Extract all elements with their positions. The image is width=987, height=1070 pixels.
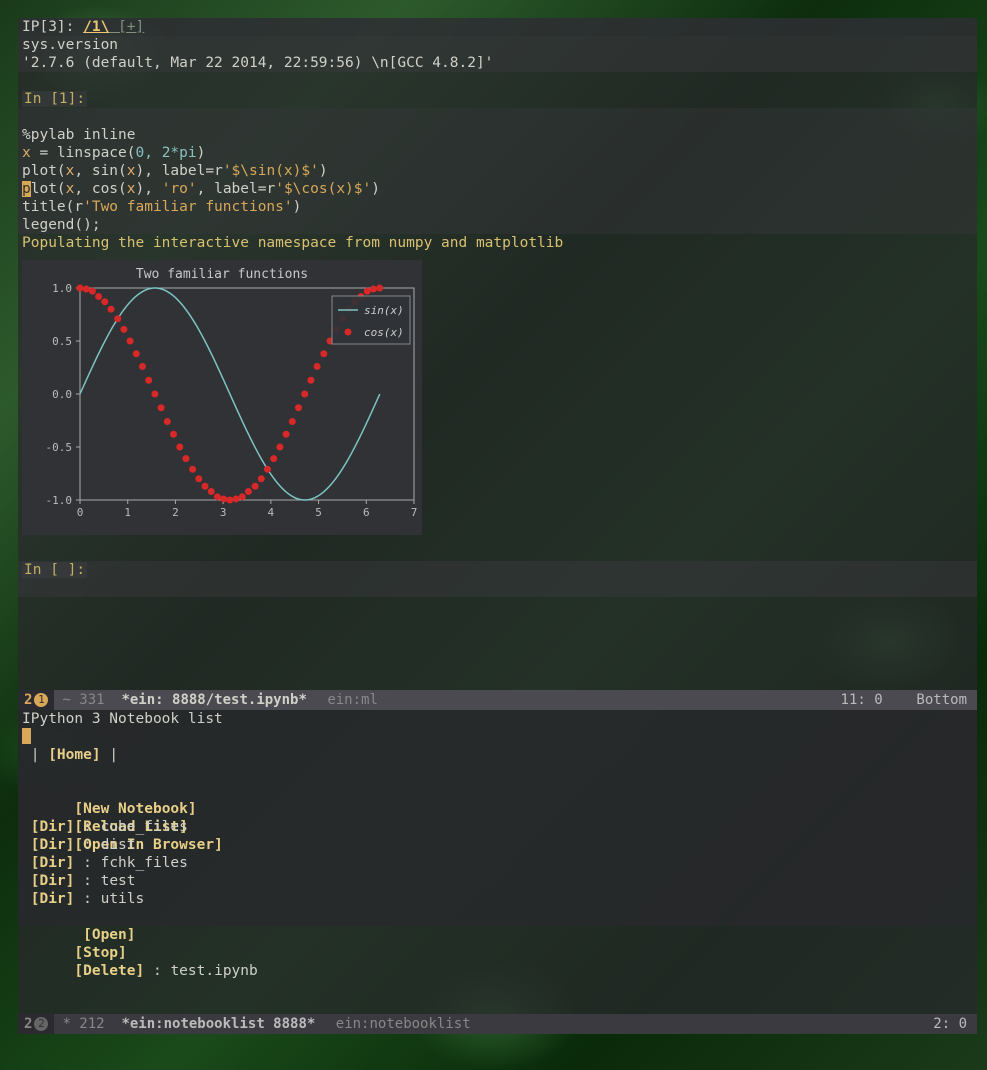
major-mode: ein:ml bbox=[327, 692, 378, 708]
svg-text:sin(x): sin(x) bbox=[364, 304, 404, 317]
svg-text:-1.0: -1.0 bbox=[46, 494, 73, 507]
svg-text:4: 4 bbox=[268, 506, 275, 519]
svg-text:6: 6 bbox=[363, 506, 370, 519]
delete-button[interactable]: [Delete] bbox=[74, 963, 144, 979]
window-badge: 21 bbox=[18, 690, 54, 710]
code-line[interactable]: %pylab inline bbox=[22, 127, 136, 143]
dir-label[interactable]: [Dir] bbox=[31, 855, 75, 871]
svg-text:0.5: 0.5 bbox=[52, 335, 72, 348]
svg-text:cos(x): cos(x) bbox=[364, 326, 404, 339]
svg-text:0: 0 bbox=[77, 506, 84, 519]
buffer-name: *ein: 8888/test.ipynb* bbox=[121, 692, 306, 708]
in-prompt: In [1]: bbox=[22, 91, 87, 107]
dir-label[interactable]: [Dir] bbox=[31, 891, 75, 907]
svg-text:-0.5: -0.5 bbox=[46, 441, 73, 454]
output-text: '2.7.6 (default, Mar 22 2014, 22:59:56) … bbox=[18, 54, 977, 72]
top-editor-pane[interactable]: IP[3]: /1\ [+] sys.version '2.7.6 (defau… bbox=[18, 18, 977, 710]
cursor bbox=[22, 728, 31, 744]
svg-text:1: 1 bbox=[124, 506, 131, 519]
file-name[interactable]: test.ipynb bbox=[170, 963, 257, 979]
svg-text:1.0: 1.0 bbox=[52, 282, 72, 295]
tab-bar: IP[3]: /1\ [+] bbox=[18, 18, 977, 36]
plot-output: Two familiar functions -1.0-0.50.00.51.0… bbox=[22, 260, 422, 535]
svg-text:0.0: 0.0 bbox=[52, 388, 72, 401]
in-prompt-empty: In [ ]: bbox=[22, 562, 87, 578]
tab-add[interactable]: [+] bbox=[109, 19, 144, 35]
notebook-list: IPython 3 Notebook list | [Home] | [New … bbox=[18, 710, 977, 926]
cursor: p bbox=[22, 181, 31, 197]
nl-title: IPython 3 Notebook list bbox=[22, 710, 973, 728]
ip-label: IP[3]: bbox=[22, 19, 83, 35]
populate-output: Populating the interactive namespace fro… bbox=[18, 234, 977, 252]
dir-name[interactable]: dist bbox=[101, 837, 136, 853]
dir-name[interactable]: fchk_files bbox=[101, 855, 188, 871]
dir-name[interactable]: test bbox=[101, 873, 136, 889]
modeline-bottom: 22 * 212 *ein:notebooklist 8888* ein:not… bbox=[18, 1014, 977, 1034]
svg-text:2: 2 bbox=[172, 506, 179, 519]
new-notebook-button[interactable]: [New Notebook] bbox=[74, 801, 196, 817]
svg-text:3: 3 bbox=[220, 506, 227, 519]
dir-name[interactable]: utils bbox=[101, 891, 145, 907]
major-mode: ein:notebooklist bbox=[336, 1016, 471, 1032]
output-text: sys.version bbox=[18, 36, 977, 54]
empty-cell[interactable]: In [ ]: bbox=[18, 561, 977, 597]
home-link[interactable]: [Home] bbox=[48, 747, 100, 763]
modeline-top: 21 ~ 331 *ein: 8888/test.ipynb* ein:ml 1… bbox=[18, 690, 977, 710]
dir-label[interactable]: [Dir] bbox=[31, 819, 75, 835]
tab-1[interactable]: /1\ bbox=[83, 19, 109, 35]
svg-text:5: 5 bbox=[315, 506, 322, 519]
code-cell-1[interactable]: In [1]: %pylab inline x = linspace(0, 2*… bbox=[18, 90, 977, 535]
dir-name[interactable]: cube_files bbox=[101, 819, 188, 835]
chart-svg: -1.0 -0.5 0.0 0.5 1.0 0 1 2 3 4 5 6 7 sin(x) cos(x) bbox=[22, 260, 422, 535]
output-cell-3: sys.version '2.7.6 (default, Mar 22 2014… bbox=[18, 36, 977, 72]
dir-label[interactable]: [Dir] bbox=[31, 837, 75, 853]
window-badge: 22 bbox=[18, 1014, 54, 1034]
stop-button[interactable]: [Stop] bbox=[74, 945, 126, 961]
svg-text:7: 7 bbox=[411, 506, 418, 519]
dir-label[interactable]: [Dir] bbox=[31, 873, 75, 889]
open-button[interactable]: [Open] bbox=[83, 927, 135, 943]
bottom-editor-pane[interactable]: IPython 3 Notebook list | [Home] | [New … bbox=[18, 710, 977, 1034]
buffer-name: *ein:notebooklist 8888* bbox=[121, 1016, 315, 1032]
